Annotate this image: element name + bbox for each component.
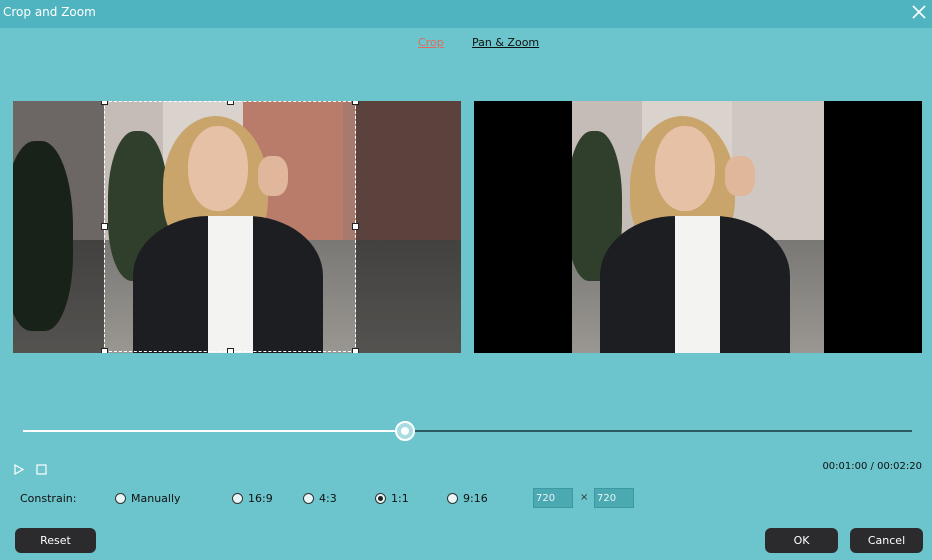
radio-dot-selected [375,493,386,504]
crop-handle-top-left[interactable] [101,101,108,105]
radio-manually[interactable]: Manually [115,492,181,505]
stop-button[interactable] [36,460,47,479]
result-image [572,101,824,353]
play-button[interactable] [14,460,25,479]
cancel-button[interactable]: Cancel [850,528,923,553]
width-input[interactable] [533,488,573,508]
timeline-progress [23,430,406,432]
close-icon [912,5,926,19]
stop-icon [36,464,47,475]
source-preview [13,101,461,353]
constrain-label: Constrain: [20,492,77,505]
timeline-track[interactable] [23,430,912,432]
crop-handle-bottom-left[interactable] [101,348,108,353]
radio-9-16[interactable]: 9:16 [447,492,488,505]
crop-handle-top[interactable] [227,101,234,105]
radio-16-9[interactable]: 16:9 [232,492,273,505]
play-icon [14,463,25,476]
radio-dot [115,493,126,504]
height-input[interactable] [594,488,634,508]
dimension-separator: × [580,492,589,503]
tab-crop[interactable]: Crop [418,36,444,49]
title-bar: Crop and Zoom [0,0,932,28]
radio-dot [232,493,243,504]
radio-4-3[interactable]: 4:3 [303,492,337,505]
result-preview [474,101,922,353]
window-title: Crop and Zoom [3,5,96,19]
close-button[interactable] [906,0,932,26]
crop-handle-bottom[interactable] [227,348,234,353]
tab-pan-zoom[interactable]: Pan & Zoom [472,36,539,49]
radio-1-1[interactable]: 1:1 [375,492,409,505]
reset-button[interactable]: Reset [15,528,96,553]
radio-dot [447,493,458,504]
crop-handle-top-right[interactable] [352,101,359,105]
ok-button[interactable]: OK [765,528,838,553]
timecode: 00:01:00 / 00:02:20 [822,461,922,472]
crop-box[interactable] [101,101,359,353]
crop-handle-bottom-right[interactable] [352,348,359,353]
crop-handle-left[interactable] [101,223,108,230]
timeline-thumb[interactable] [395,421,416,441]
radio-dot [303,493,314,504]
crop-handle-right[interactable] [352,223,359,230]
